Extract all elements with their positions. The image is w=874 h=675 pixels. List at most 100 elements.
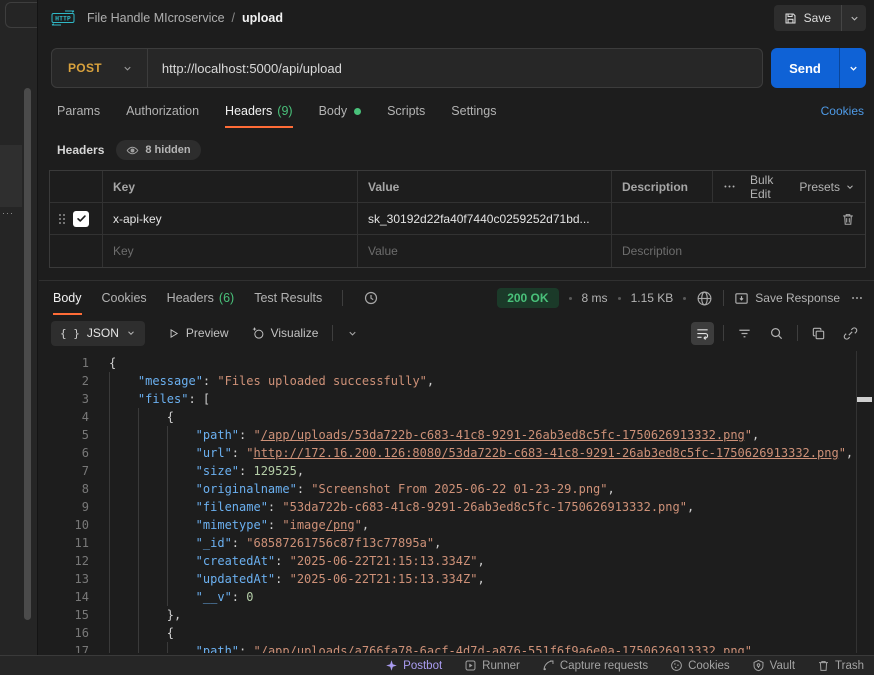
response-history-icon[interactable] [363, 290, 379, 306]
response-size: 1.15 KB [631, 291, 674, 305]
tab-settings[interactable]: Settings [451, 94, 496, 128]
indent-guide [109, 588, 138, 606]
send-button-group: Send [771, 48, 866, 88]
filter-icon[interactable] [733, 322, 756, 345]
headers-section-title: Headers [57, 143, 104, 157]
header-description-cell[interactable] [611, 203, 865, 235]
header-enabled-checkbox[interactable] [73, 211, 89, 227]
format-selected-label: JSON [87, 326, 119, 340]
new-value-input[interactable]: Value [357, 235, 611, 267]
postbot-icon [385, 659, 398, 672]
code-token: "__v" [196, 588, 232, 606]
network-globe-icon[interactable] [696, 290, 713, 307]
header-value-cell[interactable]: sk_30192d22fa40f7440c0259252d71bd... [357, 203, 611, 235]
floppy-icon [784, 12, 797, 25]
link-icon[interactable] [839, 322, 862, 345]
column-header-key: Key [102, 171, 357, 203]
sidebar-selected-item-fragment[interactable] [0, 145, 22, 207]
statusbar-runner[interactable]: Runner [464, 659, 520, 672]
new-description-input[interactable]: Description [611, 235, 865, 267]
code-token: }, [167, 606, 181, 624]
format-selector[interactable]: { } JSON [51, 321, 145, 346]
response-tab-cookies[interactable]: Cookies [102, 281, 147, 315]
visualize-button[interactable]: Visualize [251, 326, 319, 340]
cookies-link[interactable]: Cookies [821, 104, 864, 118]
code-token: { [109, 354, 116, 372]
hidden-headers-label: 8 hidden [145, 144, 190, 156]
code-token: : [239, 462, 253, 480]
tab-params[interactable]: Params [57, 94, 100, 128]
indent-guide [167, 570, 196, 588]
statusbar-postbot[interactable]: Postbot [385, 659, 442, 672]
indent-guide [109, 516, 138, 534]
breadcrumb-current-request: upload [242, 11, 283, 25]
send-options-chevron[interactable] [840, 48, 866, 88]
response-body-viewer[interactable]: 1{2"message": "Files uploaded successful… [39, 351, 874, 653]
line-number: 12 [51, 552, 89, 570]
code-token: , [608, 480, 615, 498]
vault-icon [752, 659, 765, 672]
hidden-headers-toggle[interactable]: 8 hidden [116, 140, 200, 160]
code-link[interactable]: /app/uploads/53da722b-c683-41c8-9291-26a… [261, 426, 745, 444]
code-token: "53da722b-c683-41c8-9291-26ab3ed8c5fc-17… [282, 498, 687, 516]
statusbar-cookies[interactable]: Cookies [670, 659, 730, 672]
sidebar-scrollbar[interactable] [24, 88, 31, 620]
tab-headers[interactable]: Headers (9) [225, 94, 293, 128]
code-link[interactable]: /png [326, 516, 355, 534]
url-input[interactable]: http://localhost:5000/api/upload [148, 61, 762, 76]
save-response-button[interactable]: Save Response [734, 291, 840, 306]
code-line: 3"files": [ [51, 390, 854, 408]
code-link[interactable]: /app/uploads/a766fa78-6acf-4d7d-a876-551… [261, 642, 745, 653]
bulk-edit-button[interactable]: Bulk Edit [750, 173, 785, 201]
chevron-down-icon [126, 328, 136, 338]
response-tab-test-results[interactable]: Test Results [254, 281, 322, 315]
indent-guide [167, 642, 196, 653]
chevron-down-icon [845, 182, 855, 192]
breadcrumb-collection[interactable]: File Handle MIcroservice [87, 11, 225, 25]
status-code-badge: 200 OK [497, 288, 558, 308]
code-line: 12"createdAt": "2025-06-22T21:15:13.334Z… [51, 552, 854, 570]
save-button[interactable]: Save [774, 11, 841, 25]
presets-dropdown[interactable]: Presets [799, 180, 855, 194]
statusbar-vault[interactable]: Vault [752, 659, 795, 672]
indent-guide [138, 624, 167, 642]
editor-scrollbar-marker[interactable] [857, 397, 872, 402]
code-token: , [477, 552, 484, 570]
cookie-icon [670, 659, 683, 672]
line-number: 10 [51, 516, 89, 534]
code-token: "_id" [196, 534, 232, 552]
wrap-text-icon[interactable] [691, 322, 714, 345]
code-token: , [362, 516, 369, 534]
header-key-cell[interactable]: x-api-key [102, 203, 357, 235]
method-selector[interactable]: POST [52, 61, 147, 75]
table-more-options-icon[interactable] [723, 180, 736, 193]
new-key-input[interactable]: Key [102, 235, 357, 267]
code-token: "Screenshot From 2025-06-22 01-23-29.png… [311, 480, 607, 498]
indent-guide [109, 444, 138, 462]
code-token: , [477, 570, 484, 588]
statusbar-item-label: Postbot [403, 660, 442, 672]
response-tab-headers[interactable]: Headers (6) [167, 281, 235, 315]
send-button[interactable]: Send [771, 48, 839, 88]
response-tab-body[interactable]: Body [53, 281, 82, 315]
more-views-chevron[interactable] [347, 328, 358, 339]
statusbar-trash[interactable]: Trash [817, 659, 864, 672]
drag-handle[interactable] [59, 214, 65, 224]
code-token: : [232, 444, 246, 462]
search-icon[interactable] [765, 322, 788, 345]
line-number: 5 [51, 426, 89, 444]
indent-guide [109, 534, 138, 552]
save-options-chevron[interactable] [842, 5, 866, 31]
tab-authorization[interactable]: Authorization [126, 94, 199, 128]
delete-row-button[interactable] [841, 212, 855, 226]
main-panel: HTTP File Handle MIcroservice / upload S… [39, 0, 874, 655]
statusbar-capture-requests[interactable]: Capture requests [542, 659, 648, 672]
tab-body[interactable]: Body [319, 94, 362, 128]
code-line: 7"size": 129525, [51, 462, 854, 480]
response-more-options-icon[interactable] [850, 291, 864, 305]
indent-guide [109, 462, 138, 480]
tab-scripts[interactable]: Scripts [387, 94, 425, 128]
code-link[interactable]: http://172.16.200.126:8080/53da722b-c683… [253, 444, 838, 462]
preview-button[interactable]: Preview [167, 326, 229, 340]
copy-icon[interactable] [807, 322, 830, 345]
